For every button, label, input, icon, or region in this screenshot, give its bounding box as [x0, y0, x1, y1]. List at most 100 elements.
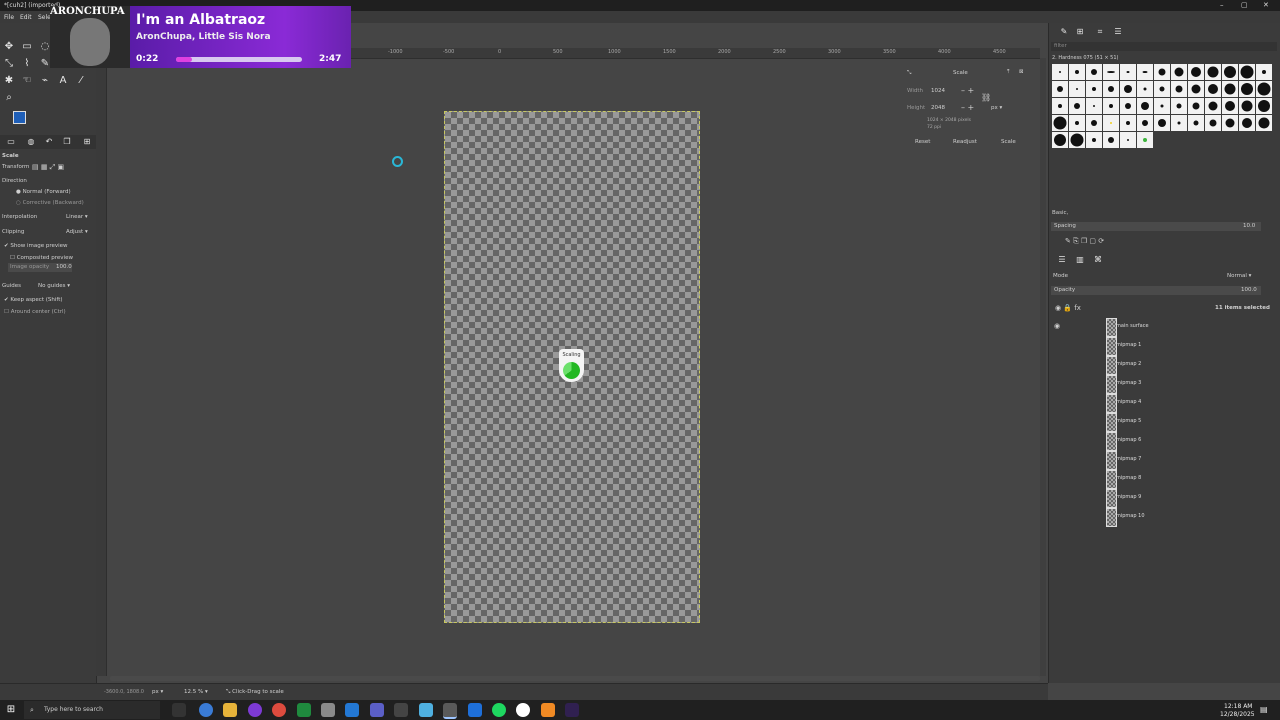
brushes-tab-icon[interactable]: ✎ — [1057, 25, 1071, 39]
brush-swatch[interactable] — [1205, 98, 1221, 114]
layer-row[interactable]: mipmap 7 — [1050, 450, 1278, 470]
brush-actions-icons[interactable]: ✎ ⎘ ❐ ▢ ⟳ — [1065, 237, 1104, 246]
menu-file[interactable]: File — [4, 14, 14, 21]
brush-swatch[interactable] — [1120, 115, 1136, 131]
width-stepper[interactable]: – + — [961, 86, 974, 95]
zoom-tool-icon[interactable]: ⌕ — [2, 91, 16, 105]
brush-swatch[interactable] — [1239, 81, 1255, 97]
keep-aspect-checkbox[interactable]: ✔ Keep aspect (Shift) — [4, 297, 63, 303]
clock-time[interactable]: 12:18 AM — [1224, 703, 1252, 710]
transform-mode-icons[interactable]: ▤ ▦ ⤢ ▣ — [32, 163, 64, 172]
brush-swatch[interactable] — [1103, 81, 1119, 97]
app-icon-white[interactable] — [516, 703, 530, 717]
brush-swatch[interactable] — [1239, 98, 1255, 114]
taskbar-search[interactable]: ⌕ Type here to search — [24, 701, 160, 719]
brush-swatch[interactable] — [1205, 81, 1221, 97]
brush-swatch[interactable] — [1137, 64, 1153, 80]
visual-studio-icon[interactable] — [370, 703, 384, 717]
vscode-icon[interactable] — [345, 703, 359, 717]
app-icon-dark[interactable] — [394, 703, 408, 717]
direction-backward-radio[interactable]: ○ Corrective (Backward) — [16, 200, 84, 206]
app-icon-orange[interactable] — [541, 703, 555, 717]
brush-swatch[interactable] — [1188, 115, 1204, 131]
brush-swatch[interactable] — [1069, 81, 1085, 97]
brush-swatch[interactable] — [1137, 81, 1153, 97]
brush-swatch[interactable] — [1052, 98, 1068, 114]
edge-icon[interactable] — [199, 703, 213, 717]
foreground-color[interactable] — [13, 111, 26, 124]
close-button[interactable]: ✕ — [1263, 1, 1269, 9]
brush-swatch[interactable] — [1120, 81, 1136, 97]
lock-icons[interactable]: ◉ 🔒 fx — [1055, 304, 1081, 312]
guides-select[interactable]: No guides ▾ — [38, 283, 70, 289]
brush-swatch[interactable] — [1103, 115, 1119, 131]
dialog-pin-icon[interactable]: ⤒ — [1007, 69, 1009, 76]
brush-swatch[interactable] — [1256, 115, 1272, 131]
clipping-select[interactable]: Adjust ▾ — [66, 229, 88, 235]
direction-forward-radio[interactable]: ● Normal (Forward) — [16, 189, 71, 195]
brush-swatch[interactable] — [1052, 132, 1068, 148]
brush-swatch[interactable] — [1222, 115, 1238, 131]
path-tool-icon[interactable]: ⌁ — [38, 74, 52, 88]
brush-swatch[interactable] — [1222, 81, 1238, 97]
images-tab-icon[interactable]: ❐ — [60, 135, 74, 149]
brush-swatch[interactable] — [1069, 98, 1085, 114]
brush-grid[interactable] — [1052, 64, 1278, 152]
app-icon-lightblue[interactable] — [419, 703, 433, 717]
app-icon-violet[interactable] — [565, 703, 579, 717]
maximize-button[interactable]: ▢ — [1241, 1, 1248, 9]
brush-swatch[interactable] — [1171, 64, 1187, 80]
fonts-tab-icon[interactable]: ⌗ — [1093, 25, 1107, 39]
layer-row[interactable]: mipmap 1 — [1050, 336, 1278, 356]
brush-swatch[interactable] — [1188, 64, 1204, 80]
file-explorer-icon[interactable] — [223, 703, 237, 717]
brush-swatch[interactable] — [1222, 98, 1238, 114]
brush-swatch[interactable] — [1052, 81, 1068, 97]
brush-swatch[interactable] — [1120, 132, 1136, 148]
layer-row[interactable]: ◉ main surface — [1050, 317, 1278, 337]
brush-swatch[interactable] — [1239, 115, 1255, 131]
menu-edit[interactable]: Edit — [20, 14, 32, 21]
brush-swatch[interactable] — [1086, 64, 1102, 80]
dialog-close-icon[interactable]: ⊠ — [1019, 69, 1024, 75]
tool-options-tab-icon[interactable]: ▭ — [4, 135, 18, 149]
rect-select-tool-icon[interactable]: ▭ — [20, 40, 34, 54]
brush-swatch[interactable] — [1137, 98, 1153, 114]
layer-row[interactable]: mipmap 2 — [1050, 355, 1278, 375]
vertical-scrollbar[interactable] — [1040, 58, 1046, 676]
height-stepper[interactable]: – + — [961, 103, 974, 112]
brush-swatch[interactable] — [1103, 132, 1119, 148]
color-picker-icon[interactable]: ⁄ — [74, 74, 88, 88]
app-icon-green[interactable] — [297, 703, 311, 717]
brush-swatch[interactable] — [1256, 64, 1272, 80]
layer-row[interactable]: mipmap 9 — [1050, 488, 1278, 508]
layer-opacity-slider[interactable]: Opacity 100.0 — [1051, 286, 1261, 295]
move-tool-icon[interactable]: ✥ — [2, 40, 16, 54]
layer-row[interactable]: mipmap 5 — [1050, 412, 1278, 432]
show-preview-checkbox[interactable]: ✔ Show image preview — [4, 243, 68, 249]
unit-select[interactable]: px ▾ — [991, 105, 1002, 111]
brush-swatch[interactable] — [1069, 64, 1085, 80]
scale-button[interactable]: Scale — [1001, 139, 1016, 145]
text-tool-icon[interactable]: A — [56, 74, 70, 88]
layer-row[interactable]: mipmap 6 — [1050, 431, 1278, 451]
height-input[interactable]: 2048 — [931, 105, 945, 111]
layers-tab-icon[interactable]: ☰ — [1055, 253, 1069, 267]
brush-swatch[interactable] — [1103, 98, 1119, 114]
layer-row[interactable]: mipmap 8 — [1050, 469, 1278, 489]
horizontal-scrollbar[interactable] — [110, 676, 1040, 681]
document-history-tab-icon[interactable]: ☰ — [1111, 25, 1125, 39]
chain-link-icon[interactable]: ⛓ — [981, 93, 991, 102]
brush-swatch[interactable] — [1205, 115, 1221, 131]
brush-swatch[interactable] — [1052, 64, 1068, 80]
scale-tool-icon[interactable]: ⤡ — [2, 57, 16, 71]
minimize-button[interactable]: – — [1220, 1, 1224, 9]
layer-row[interactable]: mipmap 3 — [1050, 374, 1278, 394]
image-opacity-slider[interactable]: Image opacity 100.0 — [8, 263, 72, 272]
brush-swatch[interactable] — [1205, 64, 1221, 80]
notepad-icon[interactable] — [321, 703, 335, 717]
readjust-button[interactable]: Readjust — [953, 139, 977, 145]
app-icon-purple[interactable] — [248, 703, 262, 717]
patterns-tab-icon[interactable]: ⊞ — [1073, 25, 1087, 39]
brush-swatch[interactable] — [1256, 81, 1272, 97]
